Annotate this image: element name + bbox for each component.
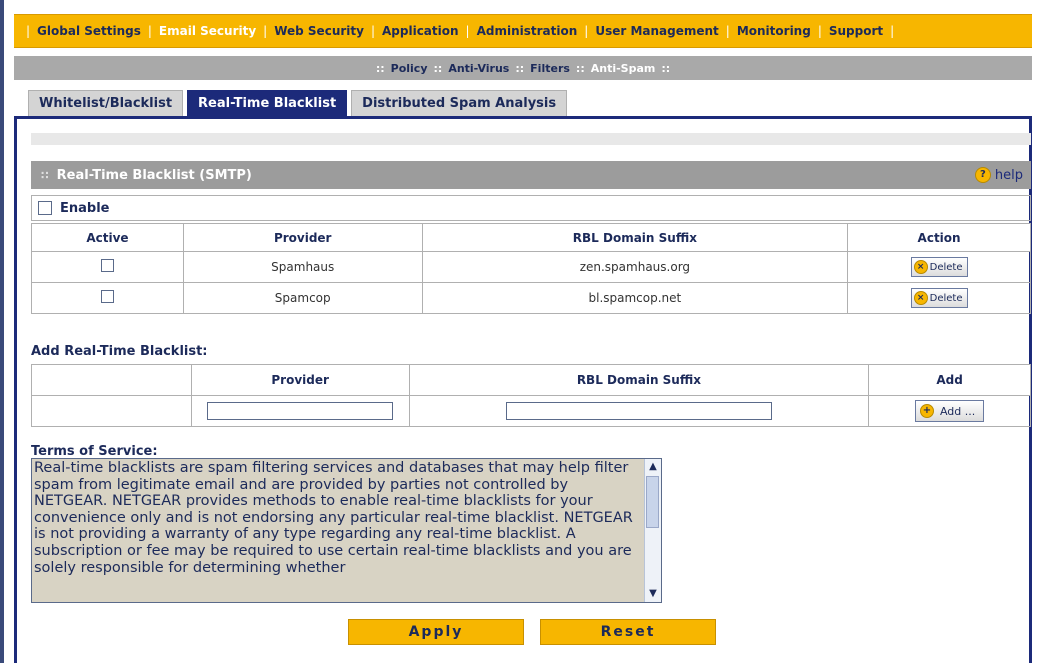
scroll-down-arrow-icon[interactable]: ▼ (645, 586, 661, 602)
provider-cell: Spamhaus (182, 251, 423, 283)
subnav-policy[interactable]: Policy (387, 62, 432, 75)
col-rbl-suffix: RBL Domain Suffix (421, 223, 849, 252)
delete-button[interactable]: × Delete (910, 257, 968, 277)
delete-label: Delete (929, 292, 963, 304)
enable-label: Enable (60, 200, 110, 216)
delete-icon: × (913, 260, 928, 274)
tab-real-time-blacklist[interactable]: Real-Time Blacklist (187, 90, 348, 117)
status-bar (31, 133, 1031, 145)
enable-row: Enable (31, 195, 1031, 221)
top-nav: | Global Settings | Email Security | Web… (14, 14, 1032, 48)
help-label: help (994, 167, 1023, 183)
subnav-filters[interactable]: Filters (526, 62, 574, 75)
nav-user-management[interactable]: User Management (588, 24, 725, 38)
nav-support[interactable]: Support (822, 24, 890, 38)
suffix-cell: zen.spamhaus.org (421, 251, 849, 283)
suffix-cell: bl.spamcop.net (421, 282, 849, 314)
provider-input[interactable] (207, 402, 394, 420)
nav-email-security[interactable]: Email Security (152, 24, 263, 38)
add-row: + Add ... (31, 395, 1031, 427)
subnav-anti-spam[interactable]: Anti-Spam (587, 62, 660, 75)
delete-label: Delete (929, 261, 963, 273)
tab-distributed-spam-analysis[interactable]: Distributed Spam Analysis (351, 90, 568, 117)
active-checkbox[interactable] (100, 259, 114, 272)
grid-icon: ∷ (41, 168, 49, 182)
nav-web-security[interactable]: Web Security (267, 24, 371, 38)
section-title: Real-Time Blacklist (SMTP) (56, 167, 252, 183)
scroll-thumb[interactable] (646, 476, 659, 528)
delete-button[interactable]: × Delete (910, 288, 968, 308)
tos-title: Terms of Service: (31, 444, 158, 459)
left-border (0, 0, 4, 663)
rbl-suffix-input[interactable] (505, 402, 772, 420)
add-header-row: Provider RBL Domain Suffix Add (31, 364, 1031, 396)
col-provider: Provider (182, 223, 423, 252)
enable-checkbox[interactable] (38, 201, 52, 215)
add-col-rbl-suffix: RBL Domain Suffix (408, 364, 870, 396)
help-icon: ? (974, 167, 991, 183)
delete-icon: × (913, 291, 928, 305)
col-action: Action (847, 223, 1031, 252)
tos-textarea[interactable]: Real-time blacklists are spam filtering … (31, 458, 662, 603)
tab-whitelist-blacklist[interactable]: Whitelist/Blacklist (28, 90, 184, 117)
scroll-up-arrow-icon[interactable]: ▲ (645, 459, 661, 475)
table-header-row: Active Provider RBL Domain Suffix Action (31, 223, 1031, 252)
add-table: Provider RBL Domain Suffix Add + Add ... (31, 364, 1031, 427)
plus-icon: + (919, 404, 934, 418)
add-section-title: Add Real-Time Blacklist: (31, 344, 208, 359)
table-row: Spamhaus zen.spamhaus.org × Delete (31, 251, 1031, 283)
nav-application[interactable]: Application (375, 24, 466, 38)
nav-administration[interactable]: Administration (470, 24, 585, 38)
main-panel: ∷ Real-Time Blacklist (SMTP) ? help Enab… (14, 119, 1032, 663)
nav-monitoring[interactable]: Monitoring (730, 24, 818, 38)
section-header: ∷ Real-Time Blacklist (SMTP) ? help (31, 161, 1031, 189)
add-col-blank (31, 364, 192, 396)
nav-global-settings[interactable]: Global Settings (30, 24, 148, 38)
provider-cell: Spamcop (182, 282, 423, 314)
subnav-anti-virus[interactable]: Anti-Virus (444, 62, 513, 75)
col-active: Active (31, 223, 184, 252)
table-row: Spamcop bl.spamcop.net × Delete (31, 282, 1031, 314)
apply-button[interactable]: Apply (348, 619, 524, 645)
add-button[interactable]: + Add ... (914, 400, 985, 422)
blacklist-table: Active Provider RBL Domain Suffix Action… (31, 223, 1031, 314)
tos-scrollbar[interactable]: ▲ ▼ (644, 459, 661, 602)
add-col-provider: Provider (190, 364, 410, 396)
add-button-label: Add ... (939, 404, 976, 418)
help-link[interactable]: ? help (974, 167, 1023, 183)
add-col-add: Add (868, 364, 1031, 396)
tos-text: Real-time blacklists are spam filtering … (34, 460, 633, 576)
reset-button[interactable]: Reset (540, 619, 716, 645)
active-checkbox[interactable] (100, 290, 114, 303)
tab-bar: Whitelist/Blacklist Real-Time Blacklist … (28, 90, 568, 117)
sub-nav: :: Policy :: Anti-Virus :: Filters :: An… (14, 56, 1032, 80)
